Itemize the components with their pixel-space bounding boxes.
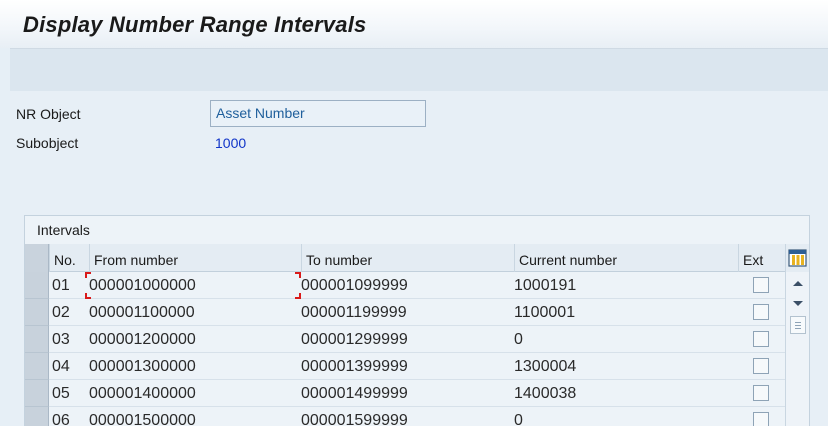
scroll-down-icon[interactable] — [786, 294, 810, 312]
cell-current-number[interactable]: 1100001 — [511, 299, 575, 326]
cell-from-number[interactable]: 000001100000 — [86, 299, 195, 326]
table-row[interactable]: 06 000001500000 000001599999 0 — [25, 407, 785, 426]
subobject-value: 1000 — [215, 135, 247, 151]
intervals-title: Intervals — [37, 222, 90, 238]
cell-current-number[interactable]: 1400038 — [511, 380, 576, 407]
row-selector[interactable] — [25, 353, 49, 380]
scroll-up-icon[interactable] — [786, 274, 810, 292]
scroll-thumb[interactable] — [790, 316, 806, 334]
column-header-to-number[interactable]: To number — [301, 244, 514, 272]
column-header-ext[interactable]: Ext — [738, 244, 785, 272]
cell-no: 03 — [52, 331, 70, 348]
column-settings-icon — [788, 249, 807, 267]
cell-focus-marker — [295, 272, 301, 278]
application-toolbar — [10, 48, 828, 91]
column-header-current-number[interactable]: Current number — [514, 244, 738, 272]
cell-current-number[interactable]: 1300004 — [511, 353, 576, 380]
cell-focus-marker — [85, 272, 91, 278]
cell-focus-marker — [295, 293, 301, 299]
row-selector[interactable] — [25, 326, 49, 353]
cell-current-number[interactable]: 0 — [511, 326, 523, 353]
table-row[interactable]: 01 000001000000 000001099999 1000191 — [25, 272, 785, 299]
cell-to-number[interactable]: 000001599999 — [298, 407, 408, 426]
table-header: No. From number To number Current number… — [25, 244, 809, 272]
column-header-from-number[interactable]: From number — [89, 244, 301, 272]
cell-from-number[interactable]: 000001400000 — [86, 380, 196, 407]
ext-checkbox[interactable] — [753, 412, 769, 426]
cell-current-number[interactable]: 0 — [511, 407, 523, 426]
nr-object-label: NR Object — [16, 106, 81, 122]
ext-checkbox[interactable] — [753, 304, 769, 320]
table-row[interactable]: 03 000001200000 000001299999 0 — [25, 326, 785, 353]
select-all-button[interactable] — [25, 244, 49, 272]
cell-current-number[interactable]: 1000191 — [511, 272, 576, 299]
row-selector[interactable] — [25, 380, 49, 407]
cell-to-number[interactable]: 000001499999 — [298, 380, 408, 407]
cell-no: 06 — [52, 412, 70, 426]
vertical-scrollbar[interactable] — [785, 272, 809, 426]
page-title: Display Number Range Intervals — [23, 12, 367, 37]
cell-from-number[interactable]: 000001000000 — [86, 272, 196, 299]
cell-from-number[interactable]: 000001300000 — [86, 353, 196, 380]
row-selector[interactable] — [25, 299, 49, 326]
table-row[interactable]: 05 000001400000 000001499999 1400038 — [25, 380, 785, 407]
cell-no: 01 — [52, 277, 70, 294]
cell-to-number[interactable]: 000001299999 — [298, 326, 408, 353]
column-settings-button[interactable] — [785, 244, 809, 272]
subobject-label: Subobject — [16, 135, 79, 151]
cell-from-number[interactable]: 000001200000 — [86, 326, 196, 353]
cell-focus-marker — [85, 293, 91, 299]
row-selector[interactable] — [25, 407, 49, 426]
ext-checkbox[interactable] — [753, 385, 769, 401]
row-selector[interactable] — [25, 272, 49, 299]
intervals-table: No. From number To number Current number… — [25, 244, 809, 426]
cell-no: 04 — [52, 358, 70, 375]
table-row[interactable]: 02 000001100000 000001199999 1100001 — [25, 299, 785, 326]
cell-from-number[interactable]: 000001500000 — [86, 407, 196, 426]
cell-no: 05 — [52, 385, 70, 402]
ext-checkbox[interactable] — [753, 277, 769, 293]
cell-to-number[interactable]: 000001399999 — [298, 353, 408, 380]
nr-object-field[interactable]: Asset Number — [210, 100, 426, 127]
cell-to-number[interactable]: 000001099999 — [298, 272, 408, 299]
intervals-panel: Intervals No. From number To number Curr… — [24, 215, 810, 426]
cell-to-number[interactable]: 000001199999 — [298, 299, 407, 326]
ext-checkbox[interactable] — [753, 358, 769, 374]
column-header-no[interactable]: No. — [49, 244, 89, 272]
cell-no: 02 — [52, 304, 70, 321]
ext-checkbox[interactable] — [753, 331, 769, 347]
table-row[interactable]: 04 000001300000 000001399999 1300004 — [25, 353, 785, 380]
title-bar: Display Number Range Intervals — [0, 0, 828, 48]
scroll-grip-icon — [795, 322, 801, 329]
